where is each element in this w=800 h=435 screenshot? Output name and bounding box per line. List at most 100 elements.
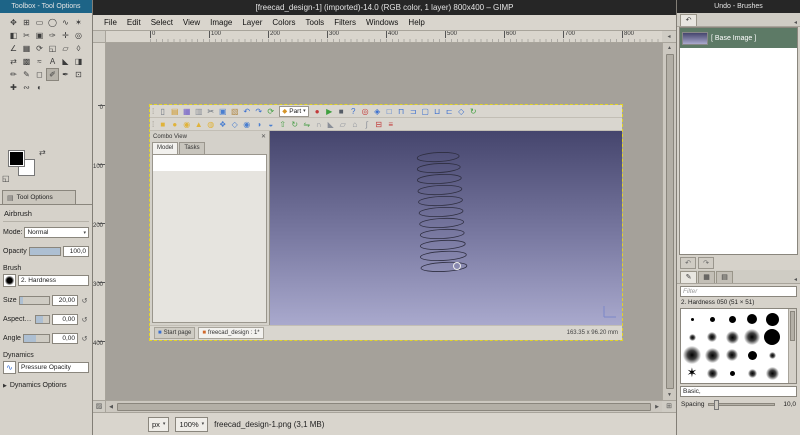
tool-options-tab[interactable]: ▤ Tool Options — [2, 190, 76, 204]
image-window-titlebar[interactable]: [freecad_design-1] (imported)-14.0 (RGB … — [93, 0, 676, 15]
soft-brush[interactable] — [682, 346, 702, 364]
dot-brush[interactable] — [762, 310, 782, 328]
soft-brush[interactable] — [742, 328, 762, 346]
flip-tool[interactable]: ⇄ — [7, 55, 20, 68]
horizontal-scroll-thumb[interactable] — [117, 402, 651, 411]
soft-brush[interactable] — [722, 346, 742, 364]
quick-mask-button[interactable]: ▨ — [93, 400, 106, 412]
angle-slider[interactable] — [22, 334, 50, 343]
ellipse-select-tool[interactable]: ◯ — [46, 16, 59, 29]
heal-tool[interactable]: ✚ — [7, 81, 20, 94]
shear-tool[interactable]: ▱ — [59, 42, 72, 55]
zoom-select[interactable]: 100% ▾ — [175, 416, 209, 432]
pencil-tool[interactable]: ✏ — [7, 68, 20, 81]
smudge-tool[interactable]: ∾ — [20, 81, 33, 94]
menu-item[interactable]: Colors — [267, 18, 300, 27]
navigation-button[interactable]: ⊞ — [662, 400, 676, 412]
vertical-scroll-thumb[interactable] — [665, 54, 674, 389]
dot-brush[interactable] — [682, 310, 702, 328]
brush-preview[interactable] — [3, 274, 16, 287]
menu-item[interactable]: File — [99, 18, 122, 27]
dodge-burn-tool[interactable]: ◐ — [33, 81, 46, 94]
dock-menu-icon[interactable]: ◂ — [794, 276, 797, 283]
menu-item[interactable]: Help — [403, 18, 429, 27]
menu-item[interactable]: Image — [205, 18, 237, 27]
dynamics-select[interactable]: Pressure Opacity — [18, 362, 89, 373]
tab-gradients[interactable]: ▤ — [716, 271, 733, 283]
opacity-slider[interactable] — [28, 247, 61, 256]
vertical-ruler[interactable]: 0 100 200 300 400 — [93, 43, 106, 400]
swap-colors-icon[interactable]: ⇄ — [39, 148, 46, 157]
redo-button[interactable]: ↷ — [698, 257, 714, 269]
clone-tool[interactable]: ⊡ — [72, 68, 85, 81]
undo-history-item[interactable]: [ Base Image ] — [680, 28, 797, 48]
star-brush[interactable]: ✶ — [682, 364, 702, 382]
soft-brush[interactable] — [702, 364, 722, 382]
dot-brush[interactable] — [762, 328, 782, 346]
dock-titlebar[interactable]: Undo - Brushes — [677, 0, 800, 13]
perspective-tool[interactable]: ◊ — [72, 42, 85, 55]
spacing-slider[interactable] — [707, 400, 775, 410]
menu-item[interactable]: Tools — [301, 18, 330, 27]
select-by-color-tool[interactable]: ◧ — [7, 29, 20, 42]
spacing-handle[interactable] — [713, 400, 719, 410]
undo-button[interactable]: ↶ — [680, 257, 696, 269]
soft-brush[interactable] — [762, 364, 782, 382]
toolbox-titlebar[interactable]: Toolbox - Tool Options — [0, 0, 92, 13]
scroll-left-icon[interactable]: ◀ — [106, 402, 116, 412]
menu-item[interactable]: Filters — [329, 18, 361, 27]
eraser-tool[interactable]: ◻ — [33, 68, 46, 81]
dock-menu-icon[interactable]: ◂ — [794, 19, 797, 26]
scale-tool[interactable]: ◱ — [46, 42, 59, 55]
soft-brush[interactable] — [702, 346, 722, 364]
brush-grid-scrollbar[interactable] — [788, 309, 796, 383]
paths-tool[interactable]: ✑ — [46, 29, 59, 42]
aspect-ratio-slider[interactable] — [35, 315, 50, 324]
canvas-menu-button[interactable]: ◂ — [662, 31, 676, 43]
text-tool[interactable]: A — [46, 55, 59, 68]
size-slider[interactable] — [18, 296, 50, 305]
soft-brush[interactable] — [722, 328, 742, 346]
menu-item[interactable]: View — [178, 18, 205, 27]
scissors-select-tool[interactable]: ✂ — [20, 29, 33, 42]
ruler-corner-button[interactable] — [93, 31, 106, 43]
horizontal-ruler[interactable]: 0 100 200 300 400 500 600 700 800 — [106, 31, 662, 43]
dot-brush[interactable] — [742, 310, 762, 328]
mode-select[interactable]: Normal ▾ — [24, 227, 89, 238]
alignment-tool[interactable]: ⊞ — [20, 16, 33, 29]
brush-select[interactable]: 2. Hardness — [18, 275, 89, 286]
angle-entry[interactable]: 0,00 — [52, 333, 78, 344]
paintbrush-tool[interactable]: ✎ — [20, 68, 33, 81]
unit-select[interactable]: px ▾ — [148, 416, 170, 432]
scroll-up-icon[interactable]: ▲ — [665, 43, 675, 53]
aspect-reset-icon[interactable]: ↺ — [80, 316, 89, 324]
canvas-viewport[interactable]: ⁞ ▯ ▤ ▦ ▥ ✂ ▣ ▧ ↶ ↷ ⟳ ◆ Part ▾ ● ▶ ■? ◎ ◈ □ ⊓ ⊐ ▢ ⊔ ⊏ ◇ ↻ ⁞ — [106, 43, 662, 400]
rotate-tool[interactable]: ⟳ — [33, 42, 46, 55]
free-select-tool[interactable]: ∿ — [59, 16, 72, 29]
vertical-scrollbar[interactable]: ▲ ▼ — [662, 43, 676, 400]
tab-brushes[interactable]: ✎ — [680, 271, 697, 283]
menu-item[interactable]: Windows — [361, 18, 403, 27]
warp-transform-tool[interactable]: ≈ — [33, 55, 46, 68]
foreground-select-tool[interactable]: ▣ — [33, 29, 46, 42]
soft-brush[interactable] — [702, 328, 722, 346]
menu-item[interactable]: Edit — [122, 18, 146, 27]
dot-brush[interactable] — [722, 364, 742, 382]
soft-brush[interactable] — [682, 328, 702, 346]
opacity-entry[interactable]: 100,0 — [63, 246, 89, 257]
soft-brush[interactable] — [742, 364, 762, 382]
dot-brush[interactable] — [702, 310, 722, 328]
size-reset-icon[interactable]: ↺ — [80, 297, 89, 305]
color-picker-tool[interactable]: ✛ — [59, 29, 72, 42]
scroll-right-icon[interactable]: ▶ — [652, 402, 662, 412]
brush-tag-input[interactable]: Basic, — [680, 386, 797, 397]
cage-transform-tool[interactable]: ▩ — [20, 55, 33, 68]
dot-brush[interactable] — [742, 346, 762, 364]
gradient-tool[interactable]: ◨ — [72, 55, 85, 68]
bucket-fill-tool[interactable]: ◣ — [59, 55, 72, 68]
ink-tool[interactable]: ✒ — [59, 68, 72, 81]
foreground-color-swatch[interactable] — [9, 151, 24, 166]
dot-brush[interactable] — [722, 310, 742, 328]
airbrush-tool[interactable]: ✐ — [46, 68, 59, 81]
soft-brush[interactable] — [762, 346, 782, 364]
